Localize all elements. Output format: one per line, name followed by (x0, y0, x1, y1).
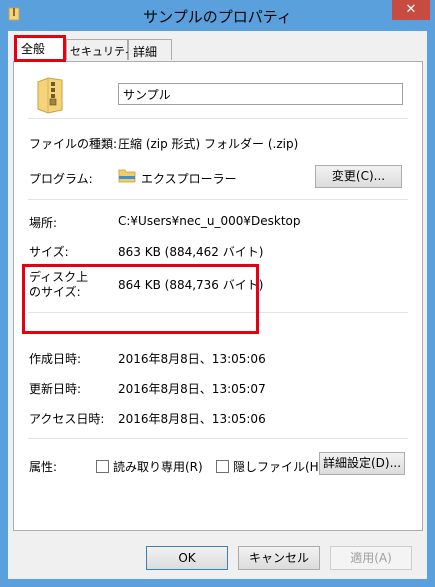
type-label: ファイルの種類: (29, 137, 118, 151)
program-value: エクスプローラー (141, 172, 237, 186)
title-bar[interactable]: サンプルのプロパティ ✕ (0, 0, 435, 31)
change-program-button[interactable]: 変更(C)... (315, 165, 402, 188)
separator (28, 438, 408, 439)
type-value: 圧縮 (zip 形式) フォルダー (.zip) (118, 137, 299, 151)
apply-button[interactable]: 適用(A) (330, 546, 412, 570)
accessed-value: 2016年8月8日、13:05:06 (118, 412, 266, 426)
hidden-label[interactable]: 隠しファイル(H) (233, 458, 323, 475)
window-title: サンプルのプロパティ (143, 8, 292, 26)
size-on-disk-label-line1: ディスク上 (29, 270, 89, 284)
modified-label: 更新日時: (29, 382, 82, 396)
created-label: 作成日時: (29, 352, 82, 366)
advanced-attributes-button[interactable]: 詳細設定(D)... (319, 452, 405, 475)
size-on-disk-label-line2: のサイズ: (29, 285, 81, 299)
tab-general[interactable]: 全般 (16, 36, 66, 62)
created-value: 2016年8月8日、13:05:06 (118, 352, 266, 366)
size-on-disk-value: 864 KB (884,736 バイト) (118, 278, 264, 292)
separator (28, 312, 408, 313)
ok-button[interactable]: OK (146, 546, 228, 570)
cancel-button[interactable]: キャンセル (238, 546, 320, 570)
tab-details[interactable]: 詳細 (128, 39, 172, 60)
separator (28, 118, 408, 119)
readonly-label[interactable]: 読み取り専用(R) (113, 458, 203, 475)
explorer-icon (118, 169, 136, 183)
hidden-checkbox[interactable] (216, 460, 229, 473)
readonly-checkbox[interactable] (96, 460, 109, 473)
accessed-label: アクセス日時: (29, 412, 105, 426)
file-name-input[interactable] (118, 83, 403, 105)
program-label: プログラム: (29, 172, 93, 186)
modified-value: 2016年8月8日、13:05:07 (118, 382, 266, 396)
size-label: サイズ: (29, 245, 69, 259)
general-panel: ファイルの種類: 圧縮 (zip 形式) フォルダー (.zip) プログラム:… (13, 61, 423, 531)
tab-security[interactable]: セキュリティ (66, 39, 135, 60)
size-on-disk-label: ディスク上 のサイズ: (29, 270, 88, 300)
dialog-body: 全般 セキュリティ 詳細 ファイルの種類: 圧縮 (zip 形式) フォルダー … (8, 31, 427, 579)
location-label: 場所: (29, 216, 58, 230)
separator (28, 199, 408, 200)
close-button[interactable]: ✕ (392, 0, 430, 20)
properties-window: サンプルのプロパティ ✕ 全般 セキュリティ 詳細 ファイルの種類: 圧縮 (z… (0, 0, 435, 587)
zip-folder-icon (37, 77, 63, 114)
attributes-label: 属性: (29, 460, 58, 474)
size-value: 863 KB (884,462 バイト) (118, 245, 264, 259)
location-value: C:¥Users¥nec_u_000¥Desktop (118, 214, 301, 228)
